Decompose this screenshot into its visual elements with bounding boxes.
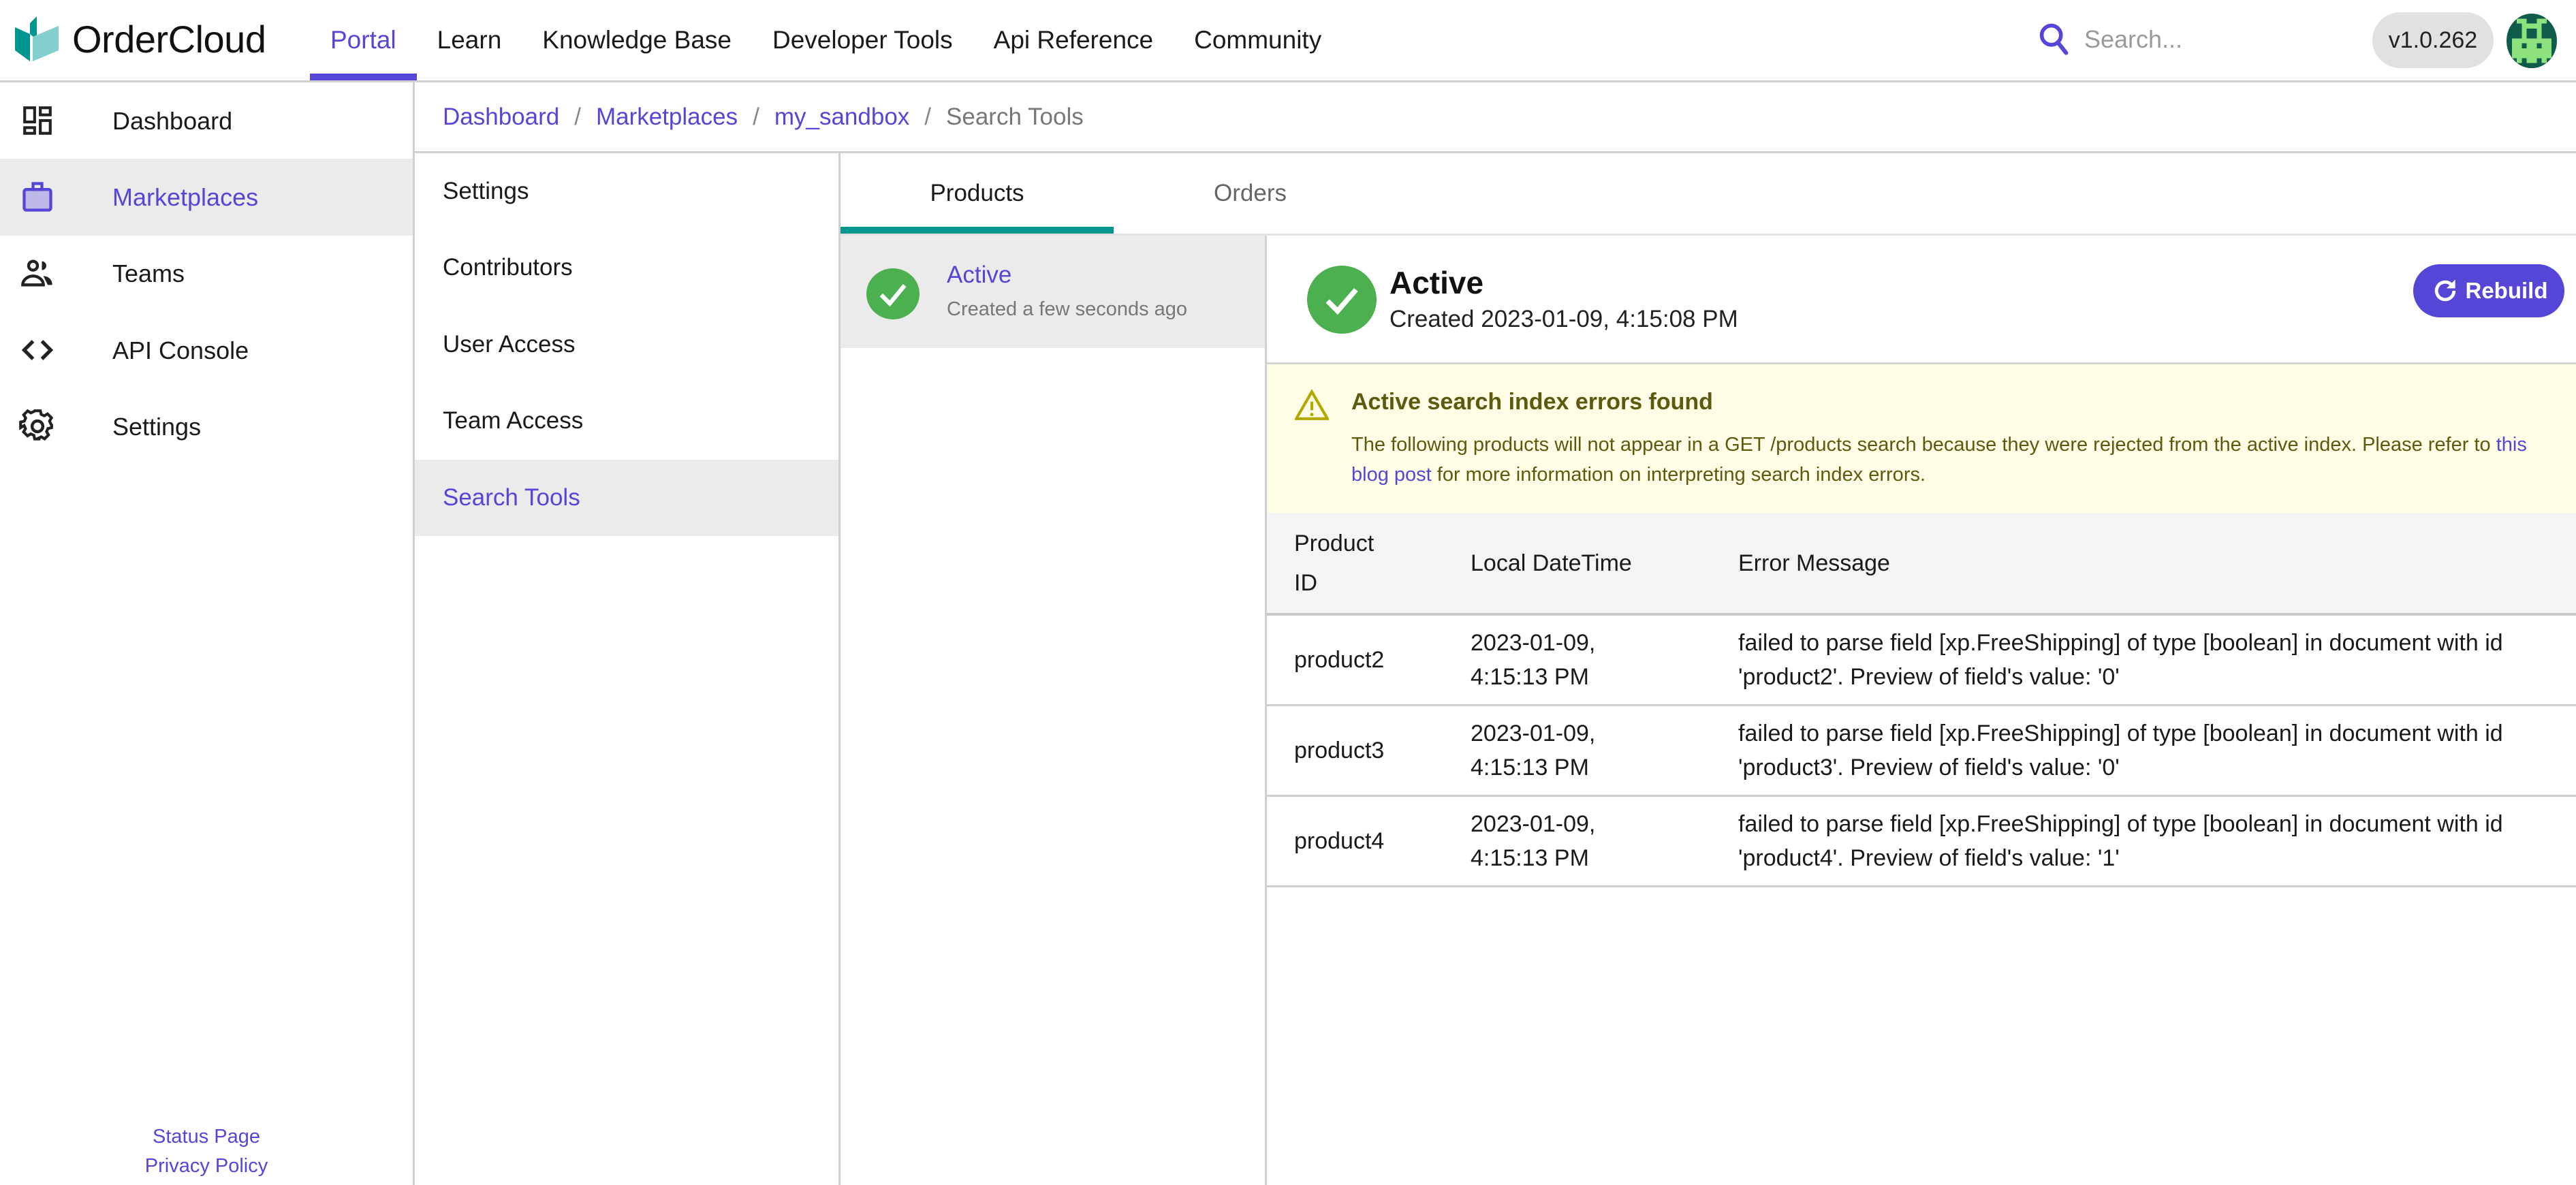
banner-text-after: for more information on interpreting sea…	[1431, 464, 1926, 486]
table-header-row: Product ID Local DateTime Error Message	[1267, 513, 2576, 614]
breadcrumb-my-sandbox[interactable]: my_sandbox	[774, 104, 909, 131]
code-icon	[19, 332, 56, 368]
check-circle-icon	[866, 268, 920, 319]
index-list-item[interactable]: Active Created a few seconds ago	[841, 236, 1265, 348]
subnav-user-access[interactable]: User Access	[415, 306, 838, 383]
status-page-link[interactable]: Status Page	[0, 1122, 413, 1152]
sidebar-item-settings[interactable]: Settings	[0, 388, 413, 465]
index-detail: Active Created 2023-01-09, 4:15:08 PM Re…	[1267, 236, 2576, 1185]
cell-datetime: 2023-01-09, 4:15:13 PM	[1471, 705, 1738, 795]
check-circle-icon	[1307, 266, 1377, 334]
subnav-search-tools[interactable]: Search Tools	[415, 460, 838, 536]
cell-product-id: product2	[1294, 646, 1385, 673]
cell-date: 2023-01-09,	[1471, 810, 1596, 837]
index-status: Active	[947, 262, 1012, 288]
warning-icon	[1295, 389, 1329, 420]
subnav-team-access[interactable]: Team Access	[415, 383, 838, 459]
sidebar-item-label: Marketplaces	[112, 183, 259, 211]
sidebar-item-marketplaces[interactable]: Marketplaces	[0, 159, 413, 236]
column-header-label: Product ID	[1294, 530, 1375, 596]
cell-error: failed to parse field [xp.FreeShipping] …	[1738, 810, 2503, 871]
top-nav: Portal Learn Knowledge Base Developer To…	[310, 0, 1342, 82]
search-input[interactable]	[2084, 20, 2343, 59]
cell-date: 2023-01-09,	[1471, 629, 1596, 656]
detail-header: Active Created 2023-01-09, 4:15:08 PM Re…	[1267, 236, 2576, 364]
warning-banner: Active search index errors found The fol…	[1267, 364, 2576, 513]
sidebar-item-label: Teams	[112, 259, 185, 287]
table-row: product3 2023-01-09, 4:15:13 PM failed to…	[1267, 705, 2576, 795]
index-list: Active Created a few seconds ago	[841, 236, 1267, 1185]
sidebar-item-dashboard[interactable]: Dashboard	[0, 82, 413, 159]
rebuild-button[interactable]: Rebuild	[2413, 264, 2564, 317]
refresh-icon	[2434, 279, 2455, 302]
marketplace-subnav: Settings Contributors User Access Team A…	[415, 153, 841, 1185]
tab-products[interactable]: Products	[841, 153, 1114, 234]
cell-error: failed to parse field [xp.FreeShipping] …	[1738, 629, 2503, 690]
banner-text: The following products will not appear i…	[1351, 430, 2564, 490]
column-header-local-datetime: Local DateTime	[1471, 550, 1632, 576]
breadcrumb-dashboard[interactable]: Dashboard	[443, 104, 559, 131]
breadcrumb-search-tools: Search Tools	[946, 103, 1084, 130]
cell-product-id: product3	[1294, 737, 1385, 763]
nav-api-reference[interactable]: Api Reference	[973, 0, 1174, 80]
people-icon	[19, 255, 56, 291]
nav-developer-tools[interactable]: Developer Tools	[752, 0, 973, 80]
gear-icon	[19, 408, 56, 445]
version-badge: v1.0.262	[2372, 12, 2494, 68]
cell-error: failed to parse field [xp.FreeShipping] …	[1738, 720, 2503, 780]
cell-date: 2023-01-09,	[1471, 720, 1596, 746]
cell-product-id: product4	[1294, 827, 1385, 854]
cell-time: 4:15:13 PM	[1471, 754, 1589, 780]
banner-title: Active search index errors found	[1351, 389, 1713, 415]
index-created: Created a few seconds ago	[947, 298, 1188, 320]
sidebar-item-api-console[interactable]: API Console	[0, 312, 413, 389]
avatar[interactable]	[2507, 14, 2557, 68]
breadcrumb-marketplaces[interactable]: Marketplaces	[596, 104, 738, 131]
ordercloud-logo-icon[interactable]	[15, 16, 59, 61]
sidebar-item-label: Dashboard	[112, 106, 233, 135]
privacy-policy-link[interactable]: Privacy Policy	[0, 1152, 413, 1181]
sidebar-item-label: API Console	[112, 336, 249, 364]
cell-time: 4:15:13 PM	[1471, 663, 1589, 690]
nav-portal[interactable]: Portal	[310, 0, 417, 80]
top-header: OrderCloud Portal Learn Knowledge Base D…	[0, 0, 2576, 82]
cell-datetime: 2023-01-09, 4:15:13 PM	[1471, 614, 1738, 705]
search-icon[interactable]	[2037, 20, 2072, 56]
subnav-settings[interactable]: Settings	[415, 153, 838, 230]
dashboard-icon	[19, 102, 56, 139]
tab-orders[interactable]: Orders	[1114, 153, 1387, 234]
search-tabs: Products Orders	[841, 153, 2576, 236]
main-sidebar: Dashboard Marketplaces Teams API Console…	[0, 82, 415, 1185]
sidebar-footer: Status Page Privacy Policy	[0, 1122, 413, 1181]
errors-table: Product ID Local DateTime Error Message …	[1267, 513, 2576, 887]
brand-name[interactable]: OrderCloud	[72, 16, 266, 63]
column-header-error-message: Error Message	[1738, 550, 1890, 576]
detail-created: Created 2023-01-09, 4:15:08 PM	[1389, 306, 1738, 332]
banner-text-before: The following products will not appear i…	[1351, 434, 2496, 456]
rebuild-label: Rebuild	[2465, 278, 2548, 303]
sidebar-item-teams[interactable]: Teams	[0, 235, 413, 312]
detail-status: Active	[1389, 265, 1484, 300]
nav-knowledge-base[interactable]: Knowledge Base	[522, 0, 752, 80]
cell-time: 4:15:13 PM	[1471, 844, 1589, 871]
sidebar-item-label: Settings	[112, 412, 202, 441]
cell-datetime: 2023-01-09, 4:15:13 PM	[1471, 795, 1738, 886]
table-row: product4 2023-01-09, 4:15:13 PM failed to…	[1267, 795, 2576, 886]
pixel-avatar-icon	[2507, 14, 2557, 68]
nav-community[interactable]: Community	[1174, 0, 1342, 80]
briefcase-icon	[19, 178, 56, 215]
column-header-product-id: Product ID	[1267, 513, 1471, 614]
breadcrumb-separator: /	[574, 103, 581, 130]
nav-learn[interactable]: Learn	[417, 0, 522, 80]
breadcrumb-separator: /	[924, 103, 932, 130]
subnav-contributors[interactable]: Contributors	[415, 230, 838, 306]
breadcrumb: Dashboard / Marketplaces / my_sandbox / …	[415, 82, 2576, 153]
breadcrumb-separator: /	[753, 103, 759, 130]
table-row: product2 2023-01-09, 4:15:13 PM failed to…	[1267, 614, 2576, 705]
